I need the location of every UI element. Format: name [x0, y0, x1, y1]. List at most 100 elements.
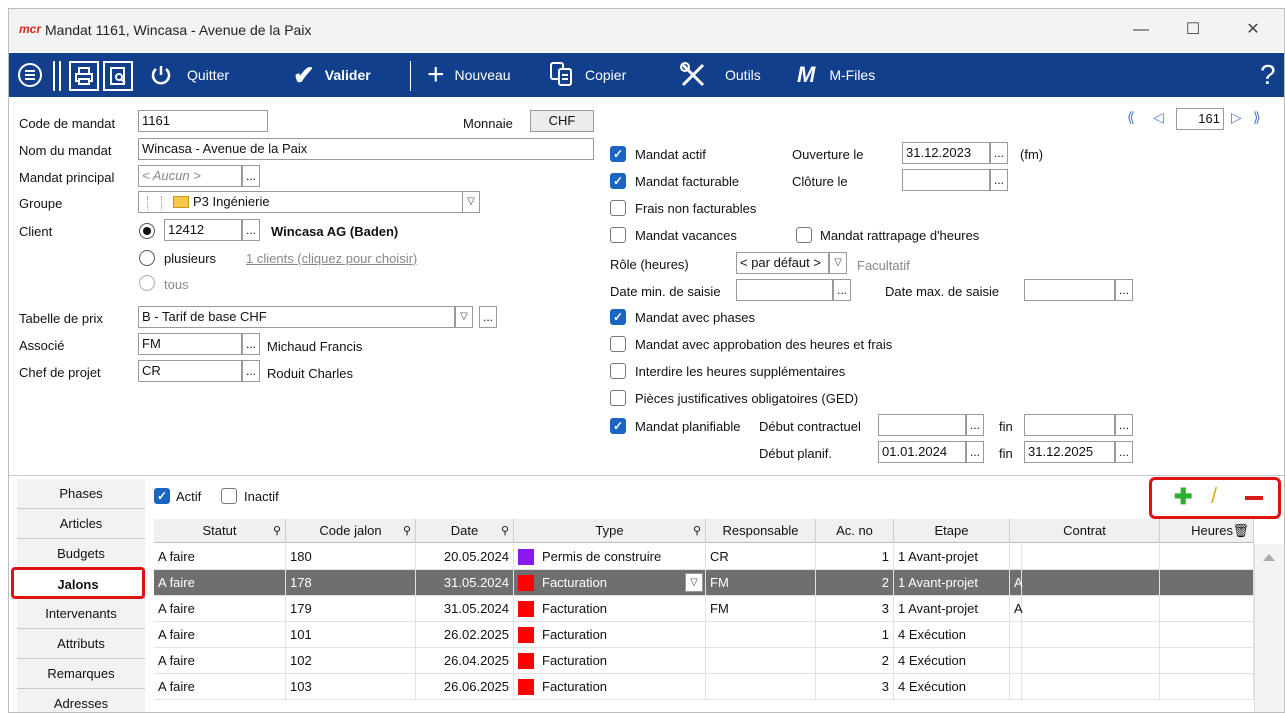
record-number-input[interactable]: 161 [1176, 108, 1224, 130]
role-select[interactable]: < par défaut > [736, 252, 829, 274]
col-header-etape[interactable]: Etape [894, 519, 1010, 543]
tools-button[interactable]: Outils [679, 53, 761, 97]
date-min-button[interactable]: ... [833, 279, 851, 301]
last-record-icon[interactable]: ⟫ [1253, 109, 1261, 126]
contract-end-input[interactable] [1024, 414, 1115, 436]
parent-browse-button[interactable]: ... [242, 165, 260, 187]
inactive-filter-checkbox[interactable] [221, 488, 237, 504]
table-row[interactable]: A faire 180 20.05.2024 Permis de construire… [154, 544, 1254, 570]
minimize-icon[interactable]: — [1126, 19, 1156, 41]
tab-intervenants[interactable]: Intervenants [17, 599, 145, 629]
chevron-down-icon[interactable]: ▽ [829, 252, 847, 274]
tab-phases[interactable]: Phases [17, 479, 145, 509]
table-row[interactable]: A faire 102 26.04.2025 Facturation 2 4 Exécut… [154, 648, 1254, 674]
tab-articles[interactable]: Articles [17, 509, 145, 539]
pm-input[interactable]: CR [138, 360, 242, 382]
table-row[interactable]: A faire 179 31.05.2024 Facturation FM 3 1 Avan… [154, 596, 1254, 622]
tab-budgets[interactable]: Budgets [17, 539, 145, 569]
overtime-checkbox[interactable] [610, 363, 626, 379]
price-browse-button[interactable]: ... [479, 306, 497, 328]
client-multiple-radio[interactable] [139, 250, 155, 266]
currency-field[interactable]: CHF [530, 110, 594, 132]
name-input[interactable]: Wincasa - Avenue de la Paix [138, 138, 594, 160]
trash-icon[interactable]: 🗑 [1232, 519, 1249, 543]
copy-button[interactable]: Copier [549, 53, 626, 97]
pm-browse-button[interactable]: ... [242, 360, 260, 382]
date-max-button[interactable]: ... [1115, 279, 1133, 301]
col-header-date[interactable]: Date ⚲ [416, 519, 514, 543]
billable-checkbox[interactable]: ✓ [610, 173, 626, 189]
filter-icon[interactable]: ⚲ [403, 519, 411, 543]
new-button[interactable]: + Nouveau [427, 53, 511, 97]
plannable-checkbox[interactable]: ✓ [610, 418, 626, 434]
quit-button[interactable]: Quitter [149, 53, 229, 97]
group-select[interactable]: P3 Ingénierie [138, 191, 463, 213]
prev-record-icon[interactable]: ◁ [1153, 109, 1164, 126]
clients-link[interactable]: 1 clients (cliquez pour choisir) [246, 251, 417, 266]
closing-date-button[interactable]: ... [990, 169, 1008, 191]
close-icon[interactable]: ✕ [1238, 19, 1268, 41]
plan-end-input[interactable]: 31.12.2025 [1024, 441, 1115, 463]
table-row[interactable]: A faire 101 26.02.2025 Facturation 1 4 Exécut… [154, 622, 1254, 648]
opening-date-button[interactable]: ... [990, 142, 1008, 164]
col-header-type[interactable]: Type ⚲ [514, 519, 706, 543]
approval-checkbox[interactable] [610, 336, 626, 352]
date-max-input[interactable] [1024, 279, 1115, 301]
vacation-checkbox[interactable] [610, 227, 626, 243]
client-code-input[interactable]: 12412 [164, 219, 242, 241]
tab-attributs[interactable]: Attributs [17, 629, 145, 659]
next-record-icon[interactable]: ▷ [1231, 109, 1242, 126]
chevron-down-icon[interactable]: ▽ [455, 306, 473, 328]
tab-adresses[interactable]: Adresses [17, 689, 145, 712]
validate-button[interactable]: ✔ Valider [293, 53, 371, 97]
tab-remarques[interactable]: Remarques [17, 659, 145, 689]
opening-date-input[interactable]: 31.12.2023 [902, 142, 990, 164]
chevron-down-icon[interactable]: ▽ [685, 573, 703, 592]
phases-checkbox[interactable]: ✓ [610, 309, 626, 325]
documents-checkbox[interactable] [610, 390, 626, 406]
delete-icon[interactable] [1245, 496, 1263, 500]
associate-browse-button[interactable]: ... [242, 333, 260, 355]
client-all-radio[interactable] [139, 275, 155, 291]
active-checkbox[interactable]: ✓ [610, 146, 626, 162]
help-button[interactable]: ? [1260, 53, 1276, 97]
edit-icon[interactable]: / [1211, 483, 1217, 509]
col-header-acno[interactable]: Ac. no [816, 519, 894, 543]
contract-start-input[interactable] [878, 414, 966, 436]
tab-jalons[interactable]: Jalons [11, 567, 145, 599]
contract-end-button[interactable]: ... [1115, 414, 1133, 436]
plan-start-input[interactable]: 01.01.2024 [878, 441, 966, 463]
filter-icon[interactable]: ⚲ [273, 519, 281, 543]
vertical-scrollbar[interactable] [1254, 544, 1284, 712]
client-single-radio[interactable] [139, 223, 155, 239]
preview-button[interactable] [103, 61, 133, 91]
plan-start-button[interactable]: ... [966, 441, 984, 463]
add-icon[interactable]: ✚ [1174, 484, 1192, 510]
code-input[interactable]: 1161 [138, 110, 268, 132]
parent-input[interactable]: < Aucun > [138, 165, 242, 187]
filter-icon[interactable]: ⚲ [693, 519, 701, 543]
associate-input[interactable]: FM [138, 333, 242, 355]
active-filter-checkbox[interactable]: ✓ [154, 488, 170, 504]
col-header-statut[interactable]: Statut ⚲ [154, 519, 286, 543]
contract-start-button[interactable]: ... [966, 414, 984, 436]
client-browse-button[interactable]: ... [242, 219, 260, 241]
table-row[interactable]: A faire 178 31.05.2024 Facturation ▽ FM 2 1 Ava… [154, 570, 1254, 596]
maximize-icon[interactable]: ☐ [1178, 19, 1208, 41]
col-header-heures[interactable]: Heures 🗑 [1160, 519, 1254, 543]
filter-icon[interactable]: ⚲ [501, 519, 509, 543]
chevron-down-icon[interactable]: ▽ [462, 191, 480, 213]
print-button[interactable] [69, 61, 99, 91]
date-min-input[interactable] [736, 279, 833, 301]
first-record-icon[interactable]: ⟪ [1127, 109, 1135, 126]
col-header-resp[interactable]: Responsable [706, 519, 816, 543]
scroll-up-icon[interactable] [1263, 554, 1275, 561]
hours-catchup-checkbox[interactable] [796, 227, 812, 243]
closing-date-input[interactable] [902, 169, 990, 191]
menu-button[interactable] [17, 53, 43, 97]
table-row[interactable]: A faire 103 26.06.2025 Facturation 3 4 Exécut… [154, 674, 1254, 700]
col-header-contrat[interactable]: Contrat [1010, 519, 1160, 543]
col-header-code[interactable]: Code jalon ⚲ [286, 519, 416, 543]
plan-end-button[interactable]: ... [1115, 441, 1133, 463]
price-select[interactable]: B - Tarif de base CHF [138, 306, 455, 328]
